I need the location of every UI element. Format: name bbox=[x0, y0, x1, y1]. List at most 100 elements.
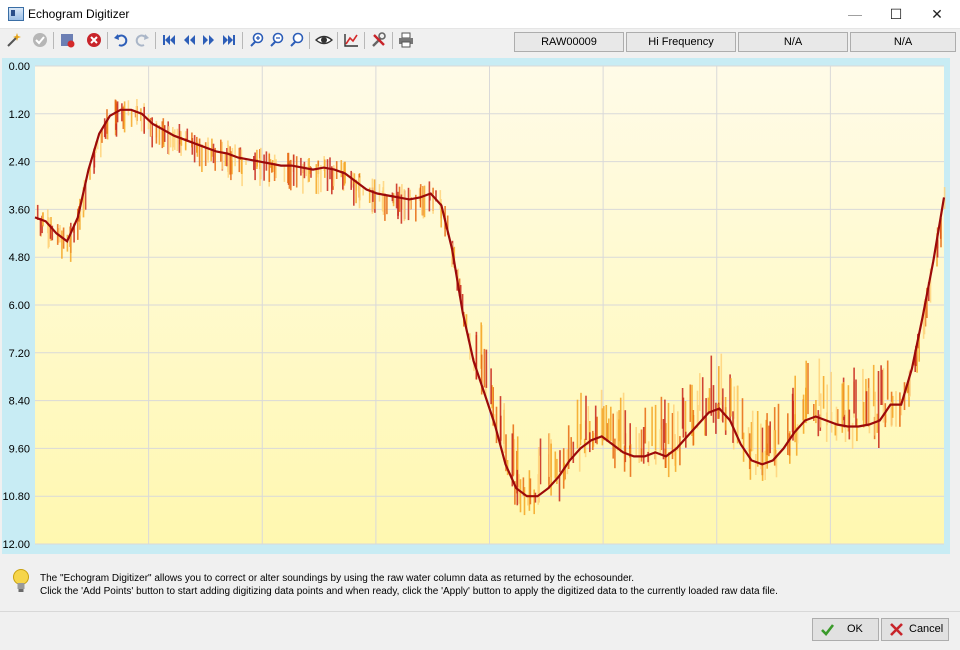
echo-return bbox=[886, 360, 889, 400]
echo-return bbox=[373, 179, 376, 209]
echo-return bbox=[817, 410, 820, 437]
echo-return bbox=[815, 400, 817, 424]
echo-return bbox=[519, 479, 522, 513]
echo-return bbox=[659, 429, 662, 455]
check-circle-icon[interactable] bbox=[31, 31, 49, 49]
echo-return bbox=[616, 411, 619, 451]
echo-return bbox=[640, 429, 643, 458]
y-tick-label: 3.60 bbox=[9, 204, 30, 216]
echo-return bbox=[570, 437, 572, 458]
echo-return bbox=[48, 217, 50, 247]
app-icon bbox=[8, 7, 24, 21]
echo-return bbox=[818, 358, 821, 406]
previous-icon[interactable] bbox=[180, 31, 198, 49]
y-tick-label: 8.40 bbox=[9, 396, 30, 408]
toolbar-separator bbox=[107, 32, 108, 49]
print-icon[interactable] bbox=[397, 31, 415, 49]
echo-return bbox=[647, 451, 649, 463]
echo-return bbox=[651, 406, 653, 447]
undo-icon[interactable] bbox=[112, 31, 130, 49]
echo-return bbox=[238, 147, 241, 173]
echo-return bbox=[407, 187, 410, 221]
echo-return bbox=[865, 391, 868, 426]
echo-return bbox=[130, 109, 133, 127]
echo-return bbox=[654, 404, 657, 451]
echo-return bbox=[212, 143, 215, 164]
echo-return bbox=[421, 186, 423, 216]
echogram-svg[interactable]: 0.00 1.20 2.40 3.60 4.80 6.00 7.20 8.40 9.60 10.8… bbox=[0, 56, 952, 556]
echo-return bbox=[622, 392, 625, 445]
echo-return bbox=[614, 438, 616, 469]
echo-return bbox=[874, 391, 876, 436]
echo-return bbox=[673, 404, 675, 456]
zoom-fit-icon[interactable] bbox=[288, 31, 306, 49]
echo-return bbox=[226, 148, 228, 167]
echo-return bbox=[283, 164, 286, 182]
echo-return bbox=[642, 427, 645, 464]
echo-return bbox=[201, 144, 203, 172]
echo-return bbox=[805, 387, 807, 423]
toolbar-separator bbox=[53, 32, 54, 49]
file-name-box: RAW00009 bbox=[514, 32, 624, 52]
echo-return bbox=[576, 399, 579, 449]
first-icon[interactable] bbox=[160, 31, 178, 49]
echo-return bbox=[61, 230, 63, 259]
clear-points-icon[interactable] bbox=[58, 31, 76, 49]
check-icon bbox=[821, 624, 835, 636]
echo-return bbox=[877, 371, 880, 421]
echo-return bbox=[802, 394, 805, 434]
echo-return bbox=[635, 427, 637, 456]
settings-icon[interactable] bbox=[370, 31, 388, 49]
zoom-out-icon[interactable] bbox=[268, 31, 286, 49]
toolbar-separator bbox=[309, 32, 310, 49]
close-button[interactable]: ✕ bbox=[914, 0, 960, 28]
echo-return bbox=[868, 387, 871, 434]
echo-return bbox=[665, 423, 667, 468]
wand-icon[interactable] bbox=[4, 31, 22, 49]
chart-icon[interactable] bbox=[342, 31, 360, 49]
echo-return bbox=[273, 163, 276, 181]
last-icon[interactable] bbox=[220, 31, 238, 49]
zoom-in-icon[interactable] bbox=[248, 31, 266, 49]
echo-return bbox=[755, 454, 757, 475]
echo-return bbox=[787, 413, 789, 455]
echo-return bbox=[601, 408, 604, 446]
echo-return bbox=[260, 147, 262, 180]
echo-return bbox=[220, 139, 222, 162]
view-icon[interactable] bbox=[315, 31, 333, 49]
echo-return bbox=[662, 419, 665, 460]
next-icon[interactable] bbox=[200, 31, 218, 49]
echo-return bbox=[612, 413, 614, 459]
echo-return bbox=[774, 430, 777, 454]
echo-return bbox=[603, 406, 605, 441]
delete-icon[interactable] bbox=[85, 31, 103, 49]
maximize-button[interactable]: ☐ bbox=[873, 0, 919, 28]
echo-return bbox=[751, 410, 754, 451]
echo-return bbox=[303, 161, 306, 179]
echo-return bbox=[163, 125, 166, 142]
echo-return bbox=[623, 445, 626, 472]
frequency-box: Hi Frequency bbox=[626, 32, 736, 52]
ok-button[interactable]: OK bbox=[812, 618, 879, 641]
echo-return bbox=[629, 444, 632, 477]
echo-return bbox=[256, 149, 258, 169]
echogram-chart[interactable]: 0.00 1.20 2.40 3.60 4.80 6.00 7.20 8.40 9.60 10.8… bbox=[0, 56, 952, 556]
echo-return bbox=[127, 100, 130, 116]
echo-return bbox=[172, 127, 174, 152]
echo-return bbox=[550, 443, 552, 496]
echo-return bbox=[534, 492, 537, 503]
minimize-button[interactable]: — bbox=[832, 0, 878, 28]
y-tick-label: 7.20 bbox=[9, 348, 30, 360]
echo-return bbox=[756, 411, 759, 467]
toolbar-separator bbox=[392, 32, 393, 49]
ok-label: OK bbox=[847, 623, 863, 635]
echo-return bbox=[548, 433, 551, 477]
echo-return bbox=[123, 101, 126, 133]
echo-return bbox=[862, 402, 865, 428]
redo-icon[interactable] bbox=[133, 31, 151, 49]
echo-return bbox=[503, 403, 505, 454]
echo-return bbox=[263, 154, 265, 181]
echo-return bbox=[253, 156, 255, 171]
cancel-button[interactable]: Cancel bbox=[881, 618, 949, 641]
status-box-3: N/A bbox=[738, 32, 848, 52]
